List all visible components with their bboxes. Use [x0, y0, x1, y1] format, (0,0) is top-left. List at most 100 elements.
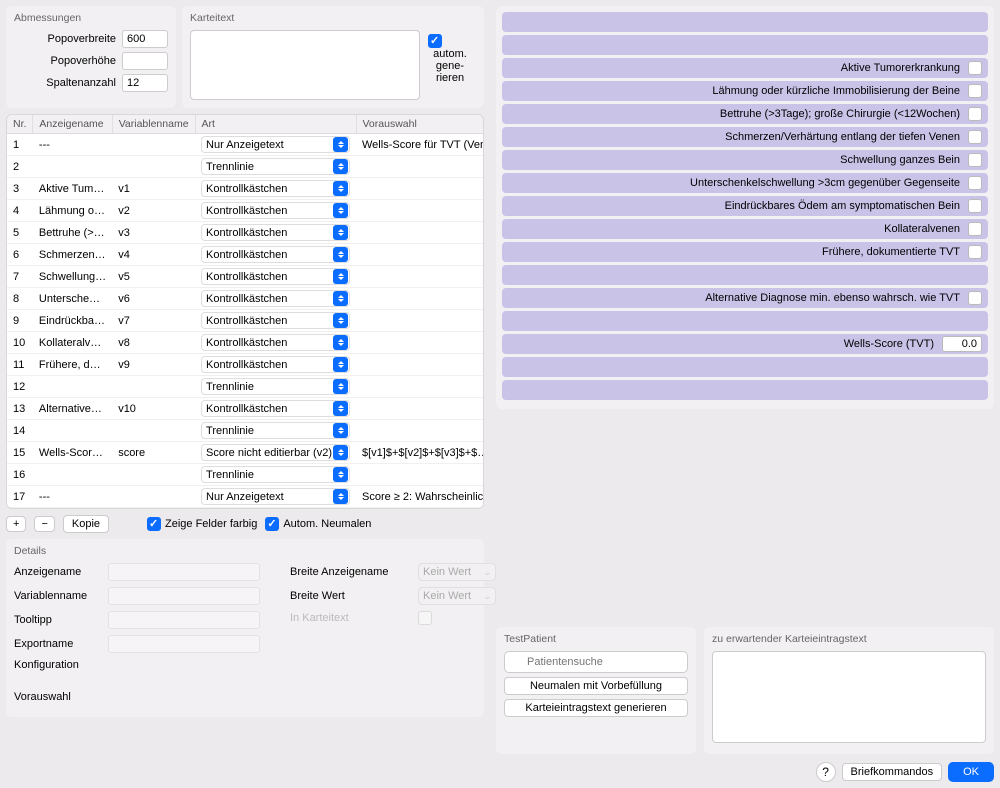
details-title: Details	[14, 545, 476, 557]
table-row[interactable]: 2 Trennlinie	[7, 156, 484, 178]
cell-variablenname: v4	[112, 244, 195, 266]
preview-item-checkbox[interactable]	[968, 153, 982, 167]
table-row[interactable]: 12 Trennlinie	[7, 376, 484, 398]
art-select[interactable]: Kontrollkästchen	[201, 334, 350, 351]
popoverhoehe-input[interactable]	[122, 52, 168, 70]
art-select[interactable]: Kontrollkästchen	[201, 400, 350, 417]
art-select[interactable]: Kontrollkästchen	[201, 202, 350, 219]
autogen-checkbox[interactable]	[428, 34, 442, 48]
art-select[interactable]: Kontrollkästchen	[201, 180, 350, 197]
art-select[interactable]: Score nicht editierbar (v2)	[201, 444, 350, 461]
art-select[interactable]: Kontrollkästchen	[201, 224, 350, 241]
preview-item-checkbox[interactable]	[968, 199, 982, 213]
preview-item-checkbox[interactable]	[968, 84, 982, 98]
table-row[interactable]: 16Trennlinie	[7, 464, 484, 486]
table-row[interactable]: 7Schwellung…v5Kontrollkästchen	[7, 266, 484, 288]
cell-art: Trennlinie	[195, 376, 356, 398]
karteitext-group: Karteitext autom. gene-rieren	[182, 6, 484, 108]
th-vorauswahl[interactable]: Vorauswahl	[356, 115, 484, 134]
art-select[interactable]: Trennlinie	[201, 466, 350, 483]
preview-item-label: Frühere, dokumentierte TVT	[822, 246, 960, 258]
cell-nr: 2	[7, 156, 33, 178]
cell-art: Trennlinie	[195, 464, 356, 486]
table-row[interactable]: 9Eindrückba…v7Kontrollkästchen	[7, 310, 484, 332]
table-row[interactable]: 14Trennlinie	[7, 420, 484, 442]
cell-nr: 6	[7, 244, 33, 266]
preview-row-item: Unterschenkelschwellung >3cm gegenüber G…	[502, 173, 988, 193]
zeige-farbig-label: Zeige Felder farbig	[165, 518, 257, 530]
art-select[interactable]: Kontrollkästchen	[201, 312, 350, 329]
ok-button[interactable]: OK	[948, 762, 994, 782]
autom-neumalen-checkbox[interactable]	[265, 517, 279, 531]
art-select[interactable]: Kontrollkästchen	[201, 268, 350, 285]
art-select[interactable]: Nur Anzeigetext	[201, 488, 350, 505]
art-select[interactable]: Kontrollkästchen	[201, 290, 350, 307]
cell-variablenname: v3	[112, 222, 195, 244]
cell-anzeigename	[33, 464, 112, 486]
th-art[interactable]: Art	[195, 115, 356, 134]
cell-art: Kontrollkästchen	[195, 222, 356, 244]
preview-item-checkbox[interactable]	[968, 107, 982, 121]
table-row[interactable]: 13Alternative…v10Kontrollkästchen	[7, 398, 484, 420]
karteitext-textarea[interactable]	[190, 30, 420, 100]
preview-alt-checkbox[interactable]	[968, 291, 982, 305]
preview-item-label: Aktive Tumorerkrankung	[841, 62, 960, 74]
cell-anzeigename: Untersche…	[33, 288, 112, 310]
briefkommandos-button[interactable]: Briefkommandos	[842, 763, 943, 781]
table-row[interactable]: 15Wells-Scor…scoreScore nicht editierbar…	[7, 442, 484, 464]
chevron-updown-icon	[333, 291, 348, 306]
zeige-farbig-checkbox[interactable]	[147, 517, 161, 531]
exportname-input[interactable]	[108, 635, 260, 653]
neumalen-button[interactable]: Neumalen mit Vorbefüllung	[504, 677, 688, 695]
th-nr[interactable]: Nr.	[7, 115, 33, 134]
art-select[interactable]: Trennlinie	[201, 422, 350, 439]
remove-button[interactable]: −	[34, 516, 54, 532]
cell-variablenname: v5	[112, 266, 195, 288]
kopie-button[interactable]: Kopie	[63, 515, 109, 533]
preview-item-checkbox[interactable]	[968, 130, 982, 144]
preview-item-checkbox[interactable]	[968, 176, 982, 190]
art-select[interactable]: Kontrollkästchen	[201, 246, 350, 263]
table-row[interactable]: 10Kollateralv…v8Kontrollkästchen	[7, 332, 484, 354]
cell-anzeigename: Alternative…	[33, 398, 112, 420]
chevron-updown-icon	[333, 203, 348, 218]
art-select[interactable]: Trennlinie	[201, 158, 350, 175]
preview-item-checkbox[interactable]	[968, 222, 982, 236]
preview-item-checkbox[interactable]	[968, 245, 982, 259]
table-row[interactable]: 17---Nur AnzeigetextScore ≥ 2: Wahrschei…	[7, 486, 484, 508]
breite-anz-select: Kein Wert⌄	[418, 563, 496, 581]
tooltipp-input[interactable]	[108, 611, 260, 629]
test-patient-title: TestPatient	[504, 633, 688, 645]
cell-variablenname: v6	[112, 288, 195, 310]
art-select[interactable]: Nur Anzeigetext	[201, 136, 350, 153]
preview-item-checkbox[interactable]	[968, 61, 982, 75]
help-button[interactable]: ?	[816, 762, 836, 782]
chevron-updown-icon	[333, 159, 348, 174]
table-row[interactable]: 6Schmerzen…v4Kontrollkästchen	[7, 244, 484, 266]
th-variablenname[interactable]: Variablenname	[112, 115, 195, 134]
popoverbreite-input[interactable]	[122, 30, 168, 48]
cell-vorauswahl: Wells-Score für TVT (Ven…	[356, 134, 484, 156]
table-row[interactable]: 4Lähmung o…v2Kontrollkästchen	[7, 200, 484, 222]
art-select[interactable]: Kontrollkästchen	[201, 356, 350, 373]
table-row[interactable]: 11Frühere, d…v9Kontrollkästchen	[7, 354, 484, 376]
anzeigename-input[interactable]	[108, 563, 260, 581]
table-row[interactable]: 3Aktive Tum…v1Kontrollkästchen	[7, 178, 484, 200]
preview-row-empty	[502, 357, 988, 377]
expected-title: zu erwartender Karteieintragstext	[712, 633, 986, 645]
expected-textarea[interactable]	[712, 651, 986, 743]
patient-search-input[interactable]	[504, 651, 688, 673]
generieren-button[interactable]: Karteieintragstext generieren	[504, 699, 688, 717]
spaltenanzahl-input[interactable]	[122, 74, 168, 92]
table-row[interactable]: 5Bettruhe (>…v3Kontrollkästchen	[7, 222, 484, 244]
table-row[interactable]: 1---Nur AnzeigetextWells-Score für TVT (…	[7, 134, 484, 156]
add-button[interactable]: +	[6, 516, 26, 532]
cell-vorauswahl: Score ≥ 2: Wahrscheinlic…	[356, 486, 484, 508]
table-row[interactable]: 8Untersche…v6Kontrollkästchen	[7, 288, 484, 310]
cell-nr: 12	[7, 376, 33, 398]
art-select[interactable]: Trennlinie	[201, 378, 350, 395]
cell-nr: 9	[7, 310, 33, 332]
variablenname-input[interactable]	[108, 587, 260, 605]
th-anzeigename[interactable]: Anzeigename	[33, 115, 112, 134]
tooltipp-label: Tooltipp	[14, 614, 100, 626]
